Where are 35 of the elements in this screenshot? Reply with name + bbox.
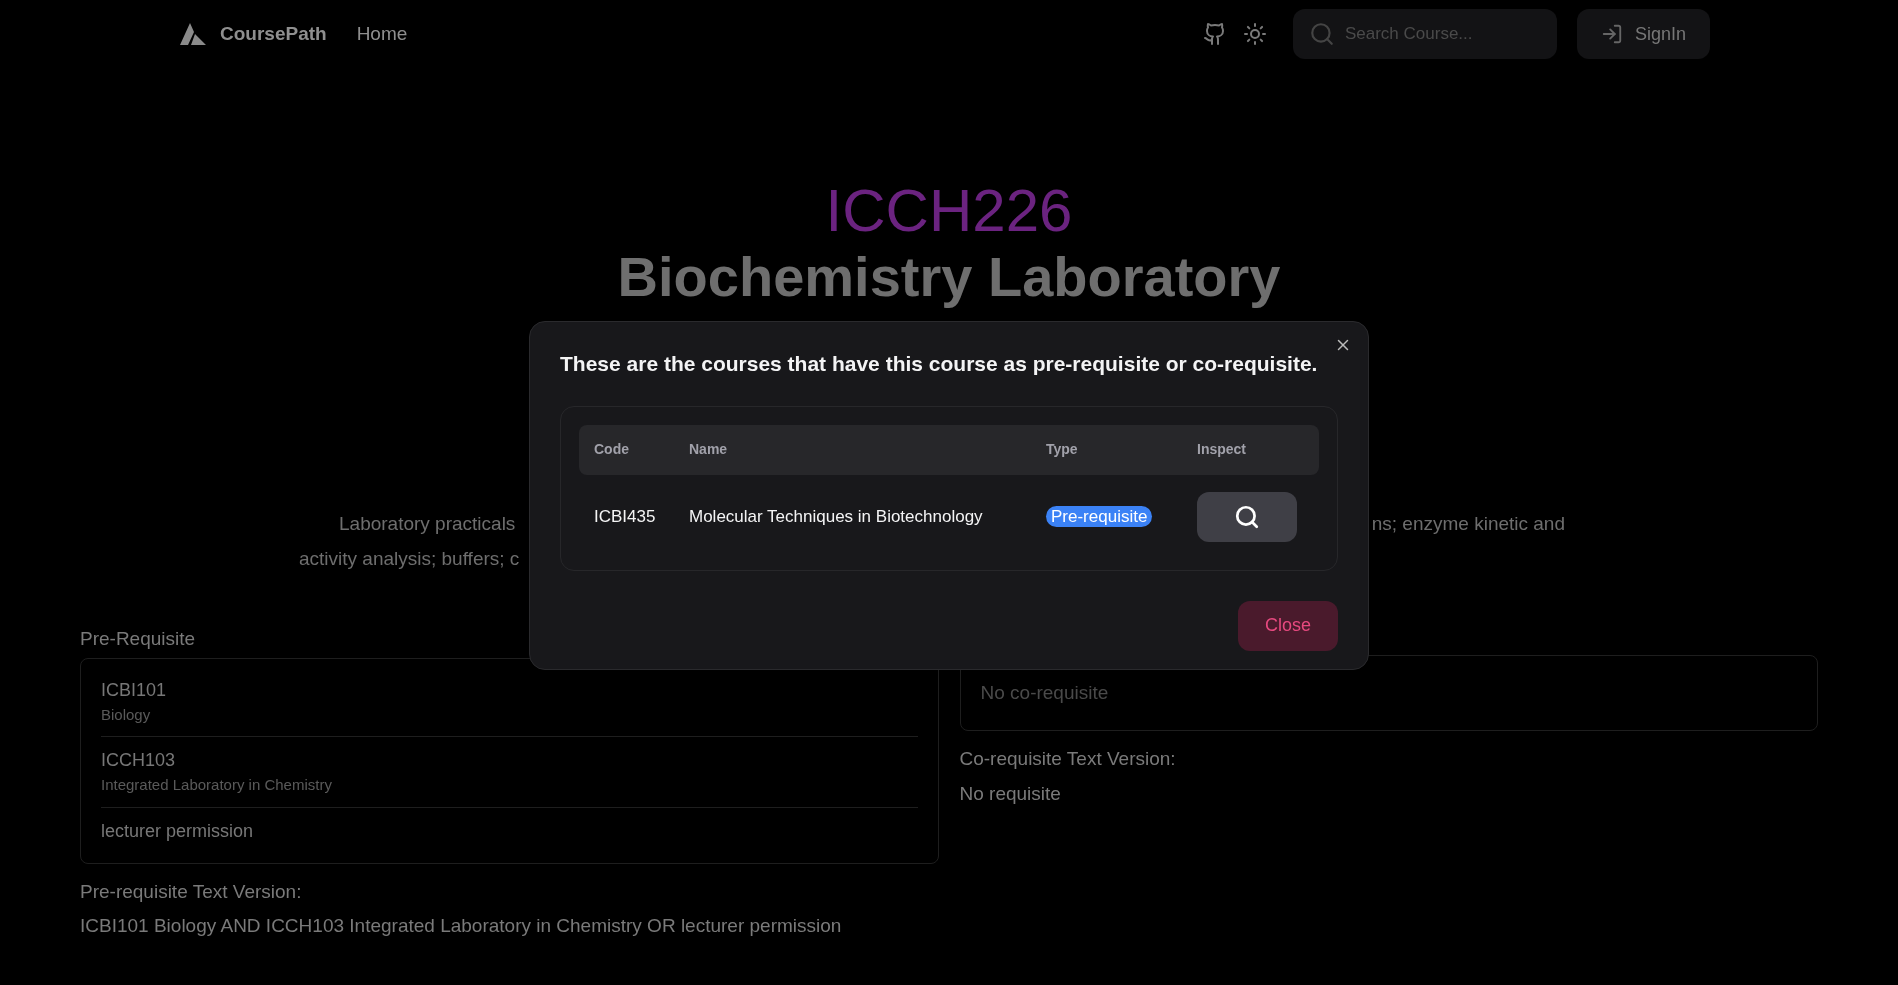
- description-text: activity analysis; buffers; c: [299, 546, 520, 571]
- nav-link[interactable]: Home: [356, 19, 408, 49]
- search-icon: [1234, 503, 1260, 530]
- requisite-name: Biology: [101, 704, 152, 725]
- description-text: Laboratory practicals: [339, 512, 516, 536]
- requisite-code: ICBI101: [101, 678, 168, 702]
- logo-icon[interactable]: [180, 23, 206, 45]
- section-label: Pre-Requisite: [80, 627, 197, 651]
- signin-button[interactable]: SignIn: [1576, 9, 1710, 59]
- course-code: ICCH226: [825, 176, 1073, 246]
- empty-message: No co-requisite: [980, 680, 1109, 705]
- column-header: Type: [1046, 440, 1079, 459]
- inspect-button[interactable]: [1197, 491, 1297, 542]
- text-version-value: No requisite: [959, 781, 1062, 806]
- description-text: ns; enzyme kinetic and: [1371, 512, 1565, 536]
- text-version-label: Pre-requisite Text Version:: [80, 879, 303, 904]
- github-icon[interactable]: [1202, 22, 1227, 46]
- search-icon: [1308, 21, 1335, 47]
- table-cell-text: Molecular Techniques in Biotechnology: [689, 505, 984, 528]
- modal-title: These are the courses that have this course as pre-requisite or co-requisite.: [560, 351, 1319, 377]
- requisite-name: Integrated Laboratory in Chemistry: [101, 775, 333, 795]
- course-title: Biochemistry Laboratory: [617, 246, 1281, 308]
- column-header: Inspect: [1197, 440, 1247, 459]
- column-header: Name: [689, 440, 729, 459]
- table-cell-text: ICBI435: [594, 505, 657, 528]
- requisite-code: lecturer permission: [101, 819, 255, 843]
- type-badge: Pre-requisite: [1046, 505, 1153, 527]
- text-version-label: Co-requisite Text Version:: [959, 747, 1177, 771]
- login-icon: [1600, 23, 1623, 45]
- text-version-value: ICBI101 Biology AND ICCH103 Integrated Laboratory in Chemistry OR lecturer permission: [80, 914, 843, 938]
- requisite-code: ICCH103: [101, 749, 177, 772]
- theme-toggle-icon[interactable]: [1242, 22, 1267, 46]
- close-button[interactable]: Close: [1238, 600, 1338, 651]
- brand-name[interactable]: CoursePath: [220, 19, 327, 49]
- column-header: Code: [594, 440, 630, 459]
